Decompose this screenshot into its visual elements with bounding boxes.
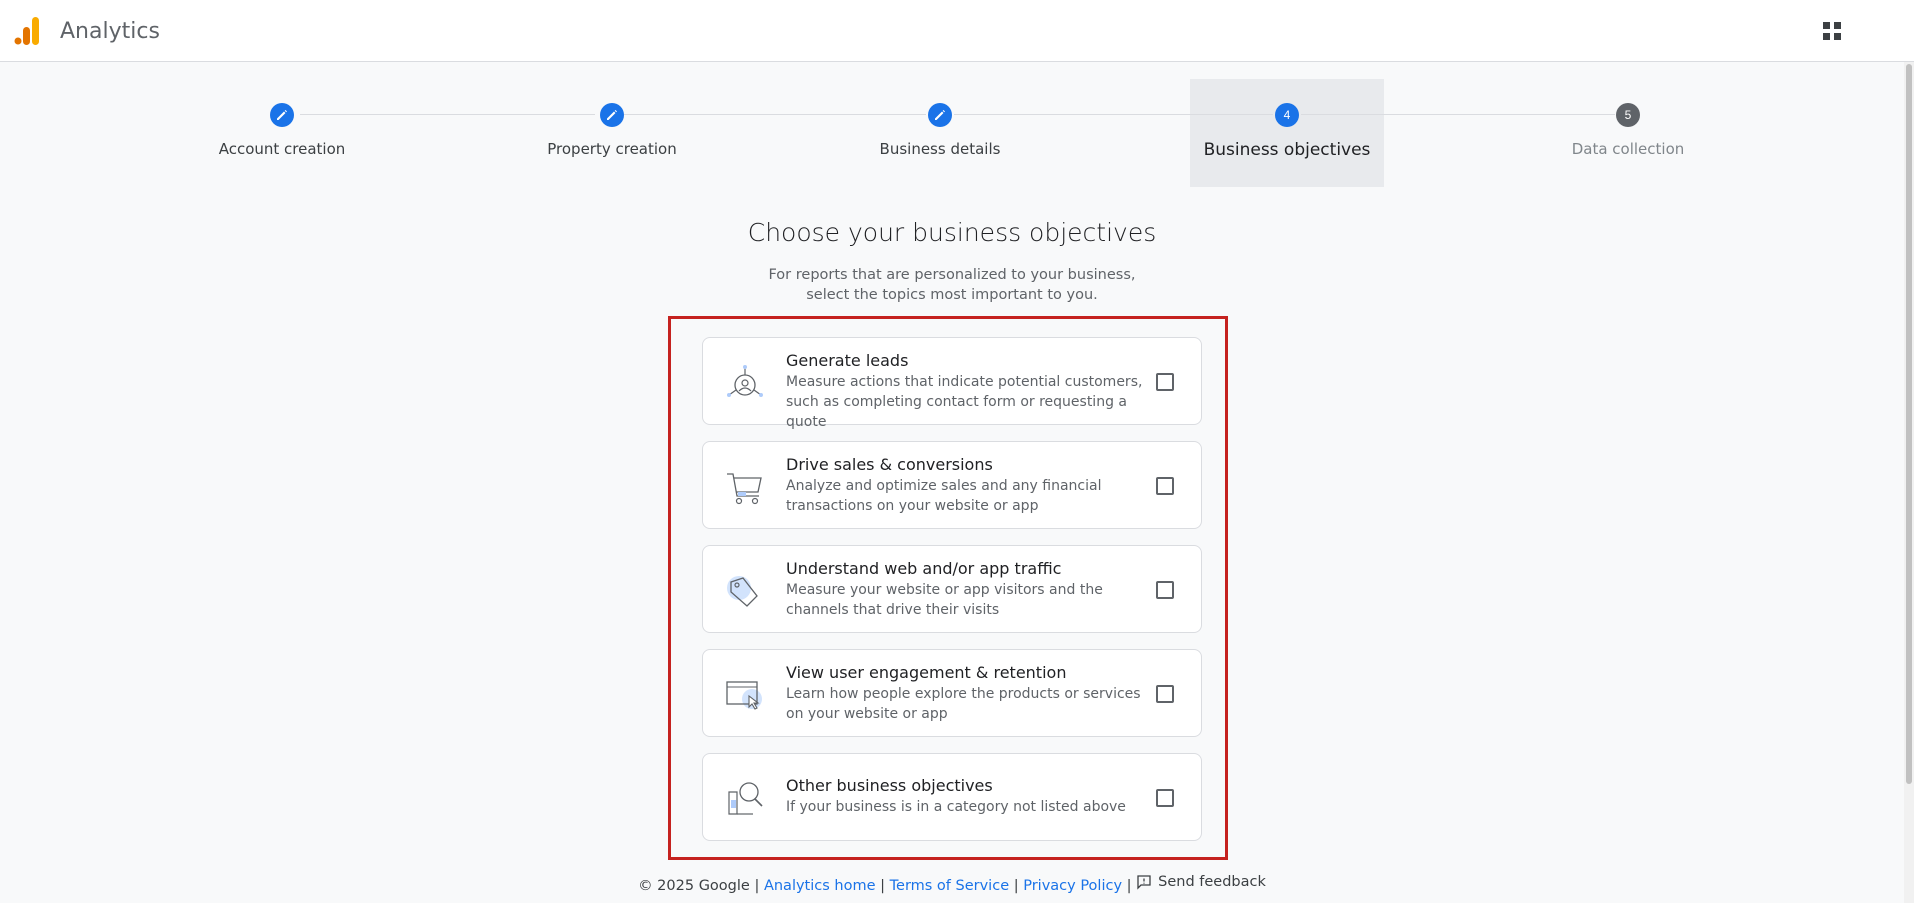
shopping-cart-icon (727, 473, 762, 505)
objective-title: Drive sales & conversions (786, 455, 993, 474)
step-label: Data collection (1571, 140, 1685, 158)
magnifier-icon (728, 782, 763, 815)
subtitle-line: For reports that are personalized to you… (768, 267, 1136, 283)
edit-pencil-icon (277, 110, 287, 120)
objective-title: Understand web and/or app traffic (786, 559, 1062, 578)
objective-description: If your business is in a category not li… (786, 799, 1126, 815)
edit-pencil-icon (935, 110, 945, 120)
page-scrollbar[interactable] (1904, 62, 1914, 903)
browser-cursor-icon (726, 681, 762, 710)
step-account-creation[interactable]: Account creation (152, 103, 412, 158)
objective-card-generate-leads[interactable]: Generate leads Measure actions that indi… (702, 337, 1202, 430)
privacy-policy-link[interactable]: Privacy Policy (1023, 878, 1122, 894)
objective-description: Analyze and optimize sales and any finan… (786, 478, 1102, 514)
step-data-collection[interactable]: 5 Data collection (1498, 103, 1758, 158)
tag-icon (727, 576, 758, 607)
objective-description: Learn how people explore the products or… (786, 686, 1141, 722)
step-label: Business objectives (1203, 140, 1371, 160)
page-title: Choose your business objectives (747, 218, 1157, 247)
step-circle (928, 103, 952, 127)
step-property-creation[interactable]: Property creation (482, 103, 742, 158)
objective-description: Measure your website or app visitors and… (786, 582, 1103, 618)
page-subtitle: For reports that are personalized to you… (0, 265, 1904, 305)
scrollbar-thumb[interactable] (1906, 64, 1912, 784)
footer-separator: | (754, 878, 760, 894)
objective-title: View user engagement & retention (786, 663, 1067, 682)
app-title: Analytics (60, 19, 160, 44)
analytics-home-link[interactable]: Analytics home (764, 878, 876, 894)
objective-card-other[interactable]: Other business objectives If your busine… (702, 753, 1202, 841)
copyright: © 2025 Google (638, 878, 750, 894)
send-feedback-button[interactable]: Send feedback (1136, 874, 1266, 890)
objective-description: Measure actions that indicate potential … (786, 374, 1143, 430)
footer-separator: | (1013, 878, 1019, 894)
objective-title: Other business objectives (786, 776, 993, 795)
feedback-icon (1137, 875, 1151, 890)
leads-icon (727, 365, 763, 397)
edit-pencil-icon (607, 110, 617, 120)
page-footer: © 2025 Google | Analytics home | Terms o… (0, 874, 1904, 894)
generate-leads-checkbox[interactable] (1156, 373, 1174, 391)
step-circle: 5 (1616, 103, 1640, 127)
objective-title: Generate leads (786, 351, 909, 370)
step-circle (600, 103, 624, 127)
step-label: Business details (879, 140, 1001, 158)
other-objectives-checkbox[interactable] (1156, 789, 1174, 807)
terms-of-service-link[interactable]: Terms of Service (890, 878, 1009, 894)
analytics-logo[interactable] (14, 17, 42, 45)
footer-separator: | (1126, 878, 1132, 894)
footer-separator: | (880, 878, 886, 894)
step-business-details[interactable]: Business details (810, 103, 1070, 158)
top-app-bar: Analytics (0, 0, 1914, 62)
objective-card-drive-sales[interactable]: Drive sales & conversions Analyze and op… (702, 441, 1202, 529)
send-feedback-label: Send feedback (1158, 874, 1266, 890)
apps-grid-icon[interactable] (1823, 22, 1841, 40)
web-traffic-checkbox[interactable] (1156, 581, 1174, 599)
objective-card-web-traffic[interactable]: Understand web and/or app traffic Measur… (702, 545, 1202, 633)
subtitle-line: select the topics most important to you. (806, 287, 1098, 303)
step-circle (270, 103, 294, 127)
step-circle: 4 (1275, 103, 1299, 127)
objective-card-user-engagement[interactable]: View user engagement & retention Learn h… (702, 649, 1202, 737)
step-business-objectives[interactable]: 4 Business objectives (1157, 103, 1417, 160)
user-engagement-checkbox[interactable] (1156, 685, 1174, 703)
step-label: Property creation (547, 140, 677, 158)
drive-sales-checkbox[interactable] (1156, 477, 1174, 495)
step-label: Account creation (218, 140, 346, 158)
